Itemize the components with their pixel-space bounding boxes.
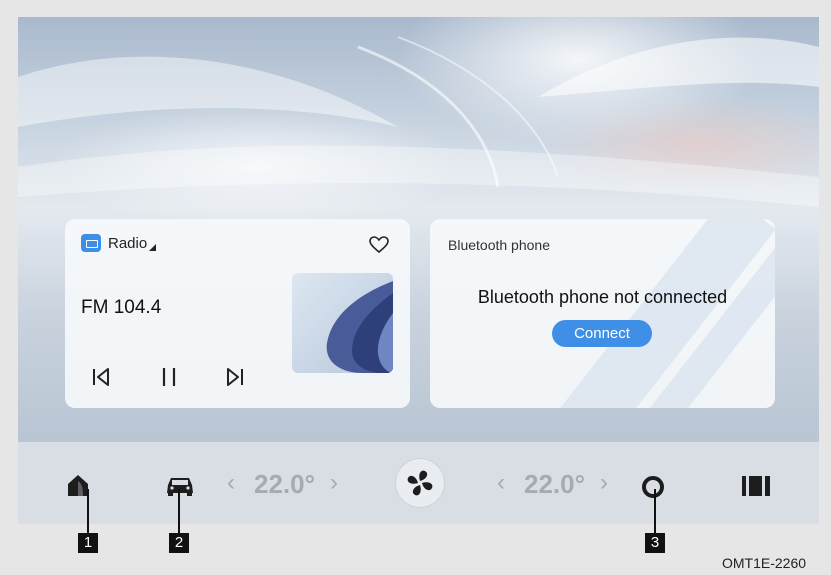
radio-card[interactable]: Radio FM 104.4 — [65, 219, 410, 408]
right-temp-decrease[interactable]: ‹ — [497, 469, 505, 497]
circle-icon[interactable] — [641, 475, 665, 499]
left-temp-increase[interactable]: › — [330, 469, 338, 497]
connect-button[interactable]: Connect — [552, 320, 652, 347]
right-temperature: 22.0° — [524, 469, 586, 499]
radio-app-label: Radio — [108, 234, 148, 252]
fan-button[interactable] — [396, 459, 444, 507]
callout-3: 3 — [645, 533, 665, 553]
dropdown-caret-icon — [149, 244, 157, 251]
bluetooth-card[interactable]: Bluetooth phone Bluetooth phone not conn… — [430, 219, 775, 408]
left-temp-decrease[interactable]: ‹ — [227, 469, 235, 497]
heart-icon[interactable] — [369, 236, 389, 254]
pause-icon[interactable] — [157, 365, 181, 389]
figure-code: OMT1E-2260 — [722, 555, 807, 571]
right-temp-increase[interactable]: › — [600, 469, 608, 497]
callout-2: 2 — [169, 533, 189, 553]
radio-source-selector[interactable]: Radio — [81, 234, 157, 252]
bottom-control-bar: ‹ 22.0° › ‹ 22.0° › — [18, 442, 819, 524]
fan-icon — [407, 470, 433, 496]
station-frequency: FM 104.4 — [81, 297, 162, 318]
car-icon[interactable] — [165, 475, 195, 497]
previous-track-icon[interactable] — [89, 365, 113, 389]
infotainment-screen: Radio FM 104.4 Bluetooth phone Bluetooth… — [18, 17, 819, 524]
apps-icon[interactable] — [742, 476, 770, 496]
bluetooth-status-message: Bluetooth phone not connected — [477, 287, 728, 307]
callout-line-2 — [178, 489, 180, 533]
bluetooth-title: Bluetooth phone — [448, 237, 550, 253]
album-art — [292, 273, 393, 373]
next-track-icon[interactable] — [223, 365, 247, 389]
callout-line-3 — [654, 489, 656, 533]
callout-line-1 — [87, 489, 89, 533]
radio-app-icon — [81, 234, 101, 252]
left-temperature: 22.0° — [254, 469, 316, 499]
callout-1: 1 — [78, 533, 98, 553]
